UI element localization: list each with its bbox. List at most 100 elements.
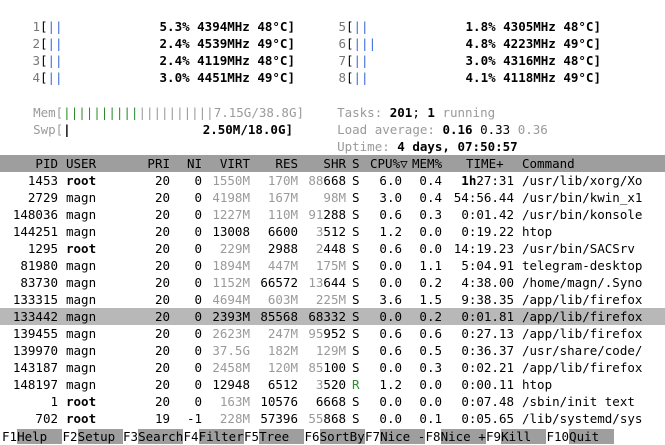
fkey-f2[interactable]: F2Setup — [63, 428, 123, 445]
cpu-percent: 0.0 — [379, 309, 402, 324]
table-row[interactable]: 143187 magn 20 0 2458M 120M 85100 S 0.0 0.3 0:02.2… — [0, 359, 665, 376]
nice: 0 — [194, 207, 202, 222]
col-time[interactable]: TIME+ — [466, 155, 504, 172]
time: 0:05.65 — [461, 411, 514, 426]
priority: 20 — [154, 190, 170, 205]
col-pri[interactable]: PRI — [140, 155, 170, 172]
table-row[interactable]: 1 root 20 0 163M 10576 6668 S 0.0 0.0 0:07.48/sbin… — [0, 393, 665, 410]
fkey-label: Nice - — [380, 429, 426, 444]
time: 1h27:31 — [461, 173, 514, 188]
mem-percent: 0.2 — [419, 275, 442, 290]
shr: 225M — [315, 292, 346, 307]
mem-percent: 1.5 — [419, 292, 442, 307]
col-virt[interactable]: VIRT — [210, 155, 250, 172]
table-row[interactable]: 1453 root 20 0 1550M 170M 88668 S 6.0 0.4 1h27:31 /… — [0, 172, 665, 189]
col-pid[interactable]: PID — [0, 155, 58, 172]
state: S — [352, 207, 360, 222]
shr: 88668 — [308, 173, 346, 188]
cpu-bar: [|| — [346, 70, 369, 85]
mem-percent: 0.4 — [419, 190, 442, 205]
pid: 83730 — [20, 275, 58, 290]
cpu-percent: 0.0 — [379, 394, 402, 409]
col-user[interactable]: USER — [66, 155, 96, 172]
shr: 13644 — [308, 275, 346, 290]
table-row[interactable]: 133442 magn 20 0 2393M 85568 68332 S 0.0 0.2 0:01.… — [0, 308, 665, 325]
time: 0:01.81 — [461, 309, 514, 324]
nice: 0 — [194, 173, 202, 188]
priority: 20 — [154, 343, 170, 358]
user: root — [66, 173, 97, 188]
fkey-f1[interactable]: F1Help — [2, 428, 63, 445]
cpu-id: 8 — [338, 70, 346, 85]
fkey-f9[interactable]: F9Kill — [486, 428, 547, 445]
col-res[interactable]: RES — [260, 155, 298, 172]
fkey-key: F10 — [546, 429, 570, 444]
uptime-line: Uptime: 4 days, 07:50:57 — [322, 121, 518, 154]
col-command[interactable]: Command — [522, 155, 575, 172]
col-state[interactable]: S — [352, 155, 360, 172]
fkey-f6[interactable]: F6SortBy — [305, 428, 365, 445]
shr: 98M — [323, 190, 346, 205]
pid: 702 — [35, 411, 58, 426]
table-row[interactable]: 139970 magn 20 0 37.5G 182M 129M S 0.6 0.5 0:36.37… — [0, 342, 665, 359]
fkey-f4[interactable]: F4Filter — [184, 428, 244, 445]
col-cpu[interactable]: CPU%▽ — [370, 155, 408, 172]
res: 85568 — [260, 309, 298, 324]
priority: 20 — [154, 360, 170, 375]
cpu-meter-8: 8 [|| 4.1% 4118MHz 49°C] — [306, 69, 606, 86]
cpu-percent: 0.6 — [379, 241, 402, 256]
fkey-key: F9 — [486, 429, 502, 444]
cpu-percent: 1.2 — [379, 377, 402, 392]
user: magn — [66, 207, 97, 222]
user: magn — [66, 309, 97, 324]
fkey-label: Help — [17, 429, 63, 444]
command: /usr/share/code/ — [522, 343, 643, 358]
shr: 95952 — [308, 326, 346, 341]
pid: 2729 — [27, 190, 58, 205]
res: 2988 — [267, 241, 298, 256]
state: S — [352, 241, 360, 256]
table-row[interactable]: 148197 magn 20 0 12948 6512 3520 R 1.2 0.0 0:00.11… — [0, 376, 665, 393]
table-row[interactable]: 133315 magn 20 0 4694M 603M 225M S 3.6 1.5 9:38.35… — [0, 291, 665, 308]
table-row[interactable]: 702 root 19 -1 228M 57396 55868 S 0.0 0.1 0:05.65 /… — [0, 410, 665, 427]
table-row[interactable]: 139455 magn 20 0 2623M 247M 95952 S 0.6 0.6 0:27.1… — [0, 325, 665, 342]
table-row[interactable]: 148036 magn 20 0 1227M 110M 91288 S 0.6 0.3 0:01.4… — [0, 206, 665, 223]
fkey-key: F3 — [123, 429, 139, 444]
nice: -1 — [186, 411, 202, 426]
cpu-percent: 0.6 — [379, 326, 402, 341]
virt: 1894M — [212, 258, 250, 273]
table-row[interactable]: 83730 magn 20 0 1152M 66572 13644 S 0.0 0.2 4:38.0… — [0, 274, 665, 291]
nice: 0 — [194, 343, 202, 358]
fkey-key: F6 — [304, 429, 320, 444]
time: 0:07.48 — [461, 394, 514, 409]
fkey-f7[interactable]: F7Nice - — [365, 428, 426, 445]
nice: 0 — [194, 360, 202, 375]
state: S — [352, 343, 360, 358]
fkey-label: Nice + — [440, 429, 486, 444]
fkey-f10[interactable]: F10Quit — [547, 428, 615, 445]
table-row[interactable]: 2729 magn 20 0 4198M 167M 98M S 3.0 0.4 54:56.44/u… — [0, 189, 665, 206]
table-row[interactable]: 144251 magn 20 0 13008 6600 3512 S 1.2 0.0 0:19.22… — [0, 223, 665, 240]
time: 0:01.42 — [461, 207, 514, 222]
col-ni[interactable]: NI — [178, 155, 202, 172]
pid: 1 — [50, 394, 58, 409]
col-shr[interactable]: SHR — [306, 155, 346, 172]
pid: 133315 — [12, 292, 58, 307]
cpu-percent: 3.6 — [379, 292, 402, 307]
table-row[interactable]: 81980 magn 20 0 1894M 447M 175M S 0.0 1.1 5:04.91 t… — [0, 257, 665, 274]
res: 447M — [267, 258, 298, 273]
fkey-f5[interactable]: F5Tree — [244, 428, 305, 445]
col-mem[interactable]: MEM% — [412, 155, 442, 172]
state: S — [352, 360, 360, 375]
table-row[interactable]: 1295 root 20 0 229M 2988 2448 S 0.6 0.0 14:19.23/u… — [0, 240, 665, 257]
command: htop — [522, 224, 553, 239]
mem-percent: 0.1 — [419, 411, 442, 426]
fkey-key: F7 — [365, 429, 381, 444]
cpu-id: 7 — [338, 53, 346, 68]
fkey-key: F2 — [62, 429, 78, 444]
res: 6512 — [267, 377, 298, 392]
fkey-f8[interactable]: F8Nice + — [426, 428, 486, 445]
fkey-f3[interactable]: F3Search — [123, 428, 184, 445]
fkey-label: Filter — [198, 429, 244, 444]
time: 54:56.44 — [453, 190, 514, 205]
